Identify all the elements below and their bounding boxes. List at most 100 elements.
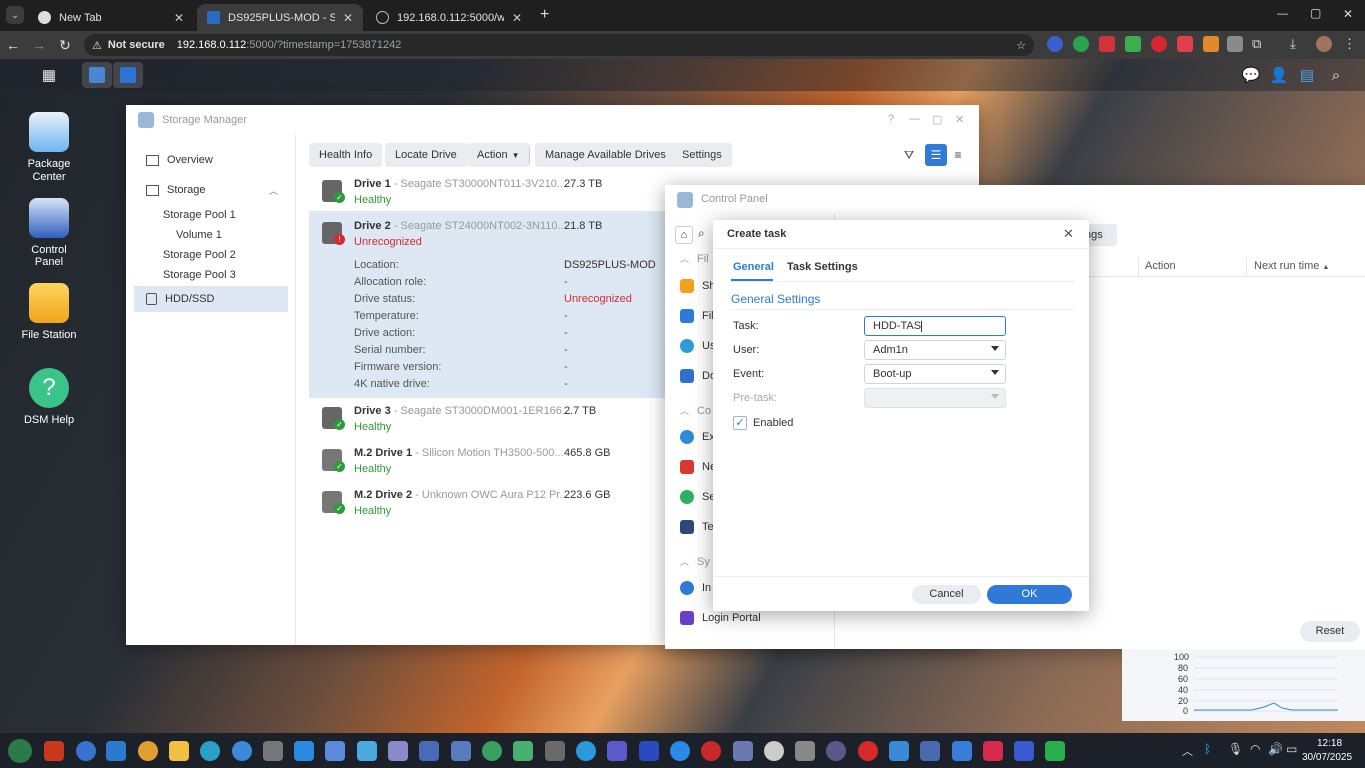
menu-view-icon[interactable]: ≡ [947, 144, 969, 166]
star-icon[interactable]: ☆ [1016, 39, 1026, 52]
app-icon[interactable] [639, 741, 659, 761]
desktop-icon-control-panel[interactable]: Control Panel [16, 198, 82, 268]
forward-arrow-icon[interactable]: → [26, 37, 52, 53]
battery-icon[interactable]: ▭ [1286, 742, 1297, 756]
cp-item-info[interactable]: In [680, 581, 711, 595]
manage-drives-button[interactable]: Manage Available Drives [535, 143, 676, 167]
app-icon[interactable] [1045, 741, 1065, 761]
app-icon[interactable] [263, 741, 283, 761]
app-icon[interactable] [76, 741, 96, 761]
cp-item-terminal[interactable]: Te [680, 520, 714, 534]
sidebar-item-pool2[interactable]: Storage Pool 2 [163, 249, 236, 261]
reset-button[interactable]: Reset [1300, 621, 1360, 642]
download-icon[interactable]: ⤓ [1290, 36, 1306, 52]
drive-row-1[interactable]: ✓ Drive 1 - Seagate ST30000NT011-3V210..… [310, 178, 670, 208]
user-select[interactable]: Adm1n [864, 340, 1006, 360]
ok-button[interactable]: OK [987, 585, 1072, 604]
extension-icon[interactable] [1047, 36, 1063, 52]
filter-icon[interactable]: ⛛ [898, 144, 920, 166]
profile-avatar[interactable] [1316, 36, 1332, 52]
cp-item-shared[interactable]: Sh [680, 279, 715, 293]
minimize-button[interactable]: — [909, 113, 920, 125]
close-tab-icon[interactable]: ✕ [512, 11, 522, 25]
cp-item-external[interactable]: Ex [680, 430, 715, 444]
close-tab-icon[interactable]: ✕ [174, 11, 184, 25]
event-select[interactable]: Boot-up [864, 364, 1006, 384]
cp-item-users[interactable]: Us [680, 339, 715, 353]
col-header-next-run[interactable]: Next run time ▲ [1254, 260, 1329, 272]
app-icon[interactable] [795, 741, 815, 761]
teams-icon[interactable] [607, 741, 627, 761]
pretask-select[interactable] [864, 388, 1006, 408]
task-name-input[interactable]: HDD-TAS [864, 316, 1006, 336]
app-icon[interactable] [576, 741, 596, 761]
bluetooth-icon[interactable]: ᛒ [1204, 742, 1211, 756]
app-icon[interactable] [44, 741, 64, 761]
control-panel-taskbar-icon[interactable] [113, 62, 143, 88]
cp-item-domain[interactable]: Do [680, 369, 716, 383]
cp-section-file[interactable]: ︿ Fil [680, 252, 709, 265]
start-icon[interactable] [8, 739, 32, 763]
app-icon[interactable] [1014, 741, 1034, 761]
zoom-icon[interactable] [670, 741, 690, 761]
extension-icon[interactable] [1073, 36, 1089, 52]
app-icon[interactable] [889, 741, 909, 761]
tab-webman[interactable]: 192.168.0.112:5000/webman/s ✕ [366, 4, 532, 31]
extension-icon[interactable] [1227, 36, 1243, 52]
app-icon[interactable] [952, 741, 972, 761]
cp-item-login-portal[interactable]: Login Portal [680, 611, 761, 625]
maximize-window-button[interactable]: ▢ [1310, 6, 1321, 20]
cp-item-network[interactable]: Ne [680, 460, 716, 474]
sidebar-item-hdd-ssd[interactable]: HDD/SSD [134, 286, 288, 312]
chevron-up-icon[interactable]: ︿ [269, 184, 278, 197]
address-bar[interactable]: ⚠ Not secure 192.168.0.112:5000/?timesta… [84, 34, 1034, 56]
desktop-icon-dsm-help[interactable]: ? DSM Help [16, 368, 82, 426]
extension-icon[interactable] [1151, 36, 1167, 52]
reload-icon[interactable]: ↻ [52, 37, 78, 54]
tab-general[interactable]: General [733, 261, 774, 273]
desktop-icon-file-station[interactable]: File Station [16, 283, 82, 341]
user-icon[interactable]: 👤 [1264, 62, 1294, 88]
cp-section-connectivity[interactable]: ︿ Co [680, 404, 711, 417]
home-icon[interactable]: ⌂ [675, 226, 693, 244]
cp-section-system[interactable]: ︿ Sy [680, 555, 710, 568]
app-icon[interactable] [764, 741, 784, 761]
storage-manager-taskbar-icon[interactable] [82, 62, 112, 88]
dialog-close-icon[interactable]: ✕ [1063, 226, 1074, 242]
cp-item-file-services[interactable]: Fil [680, 309, 714, 323]
back-arrow-icon[interactable]: ← [0, 37, 26, 53]
drive-row-3[interactable]: ✓ Drive 3 - Seagate ST3000DM001-1ER166..… [310, 405, 670, 435]
app-icon[interactable] [419, 741, 439, 761]
close-tab-icon[interactable]: ✕ [343, 11, 353, 25]
clock-time[interactable]: 12:18 [1317, 738, 1342, 749]
app-icon[interactable] [294, 741, 314, 761]
sidebar-item-pool1[interactable]: Storage Pool 1 [163, 209, 236, 221]
notifications-icon[interactable]: 💬 [1236, 62, 1266, 88]
drive-row-2[interactable]: ! Drive 2 - Seagate ST24000NT002-3N110..… [310, 220, 670, 250]
mic-icon[interactable]: 🎙 [1228, 742, 1243, 756]
tab-task-settings[interactable]: Task Settings [787, 261, 858, 273]
col-header-action[interactable]: Action [1145, 260, 1176, 272]
enabled-label[interactable]: Enabled [753, 417, 793, 429]
app-icon[interactable] [545, 741, 565, 761]
sidebar-item-volume1[interactable]: Volume 1 [176, 229, 222, 241]
search-icon[interactable]: ⌕ [1321, 62, 1351, 88]
health-info-button[interactable]: Health Info [309, 143, 383, 167]
folder-icon[interactable] [169, 741, 189, 761]
window-title-bar[interactable]: Control Panel [665, 185, 1365, 213]
app-icon[interactable] [388, 741, 408, 761]
cancel-button[interactable]: Cancel [912, 585, 981, 604]
security-chip[interactable]: Not secure [108, 39, 165, 51]
opera-icon[interactable] [858, 741, 878, 761]
tab-new-tab[interactable]: New Tab ✕ [28, 4, 194, 31]
puzzle-icon[interactable]: ⧉ [1252, 36, 1268, 52]
tray-chevron-icon[interactable]: ︿ [1182, 743, 1193, 759]
main-menu-icon[interactable]: ▦ [34, 62, 64, 88]
app-icon[interactable] [357, 741, 377, 761]
extension-icon[interactable] [1177, 36, 1193, 52]
extension-icon[interactable] [1125, 36, 1141, 52]
cp-item-security[interactable]: Se [680, 490, 715, 504]
help-button[interactable]: ? [888, 113, 894, 125]
close-window-button[interactable]: ✕ [1343, 7, 1353, 21]
close-button[interactable]: ✕ [955, 113, 964, 126]
